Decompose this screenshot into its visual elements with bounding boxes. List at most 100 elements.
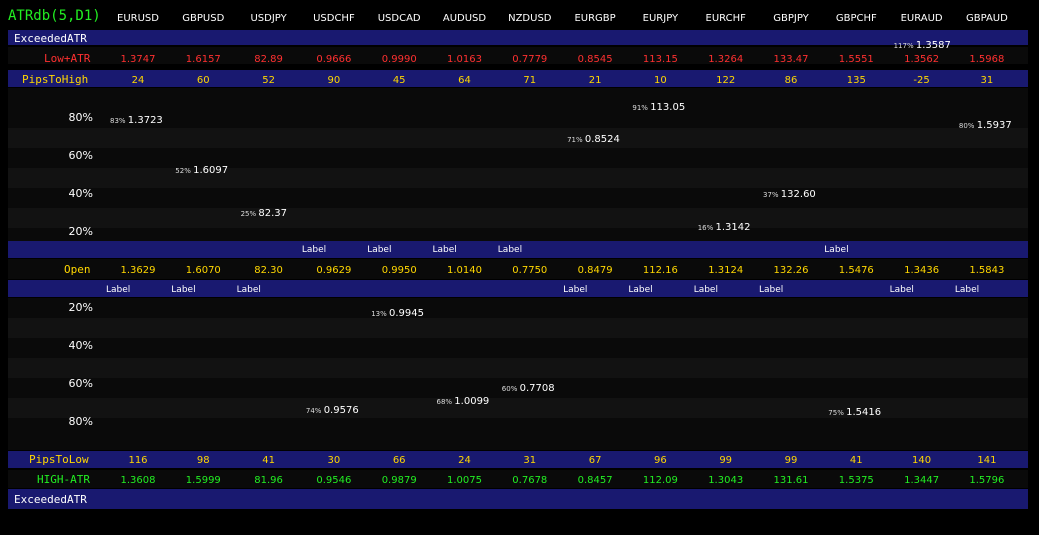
symbol-header-gbpaud[interactable]: GBPAUD xyxy=(957,13,1017,24)
cell-pips-to-high: 90 xyxy=(327,75,341,86)
price-marker: 80% 1.5937 xyxy=(959,113,1012,132)
marker-price: 82.37 xyxy=(258,208,288,219)
cell-pips-to-low: 99 xyxy=(784,455,798,466)
placeholder-label-high: Label xyxy=(301,245,327,255)
symbol-header-eurusd[interactable]: EURUSD xyxy=(108,13,168,24)
price-marker: 71% 0.8524 xyxy=(567,127,620,146)
cell-high-atr: 1.0075 xyxy=(447,475,482,486)
cell-open: 1.6070 xyxy=(185,265,221,276)
cell-open: 0.7750 xyxy=(512,265,548,276)
background-band xyxy=(8,148,1028,168)
price-marker: 60% 0.7708 xyxy=(502,376,555,395)
cell-low-atr: 0.7779 xyxy=(512,54,548,65)
symbol-header-gbpjpy[interactable]: GBPJPY xyxy=(761,13,821,24)
row-label-exceeded-top: ExceededATR xyxy=(14,32,87,45)
cell-open: 1.3629 xyxy=(120,265,156,276)
cell-pips-to-high: 10 xyxy=(654,75,667,86)
marker-percent: 16% xyxy=(697,224,714,232)
cell-open: 0.9950 xyxy=(381,265,417,276)
symbol-header-usdchf[interactable]: USDCHF xyxy=(304,13,364,24)
cell-pips-to-low: 99 xyxy=(719,455,733,466)
cell-pips-to-low: 41 xyxy=(849,455,863,466)
symbol-header-eurchf[interactable]: EURCHF xyxy=(696,13,756,24)
marker-percent: 68% xyxy=(436,398,453,406)
row-label-pips-to-low: PipsToLow xyxy=(29,453,89,466)
placeholder-label-high: Label xyxy=(497,245,523,255)
marker-price: 1.3142 xyxy=(715,222,751,233)
marker-percent: 74% xyxy=(305,407,322,415)
marker-price: 0.7708 xyxy=(519,383,555,394)
cell-pips-to-low: 67 xyxy=(588,455,602,466)
cell-high-atr: 0.9546 xyxy=(316,475,352,486)
marker-percent: 25% xyxy=(240,210,257,218)
symbol-header-gbpchf[interactable]: GBPCHF xyxy=(826,13,886,24)
cell-open: 0.9629 xyxy=(316,265,352,276)
cell-pips-to-low: 141 xyxy=(977,455,997,466)
marker-percent: 75% xyxy=(828,409,844,417)
marker-percent: 60% xyxy=(501,385,518,393)
cell-pips-to-high: 21 xyxy=(588,75,602,86)
percent-label: 20% xyxy=(68,225,93,238)
row-label-pips-to-high: PipsToHigh xyxy=(22,73,89,86)
background-band xyxy=(8,489,1028,509)
symbol-header-usdcad[interactable]: USDCAD xyxy=(369,13,429,24)
cell-open: 1.3124 xyxy=(708,265,744,276)
symbol-header-nzdusd[interactable]: NZDUSD xyxy=(500,13,560,24)
price-marker: 16% 1.3142 xyxy=(698,215,751,234)
symbol-header-eurjpy[interactable]: EURJPY xyxy=(630,13,690,24)
marker-price: 1.0099 xyxy=(454,396,490,407)
placeholder-label-high: Label xyxy=(432,245,457,255)
cell-high-atr: 1.3447 xyxy=(904,475,940,486)
symbol-header-usdjpy[interactable]: USDJPY xyxy=(239,13,299,24)
symbol-header-gbpusd[interactable]: GBPUSD xyxy=(173,13,233,24)
background-band xyxy=(8,208,1028,228)
cell-open: 1.5843 xyxy=(969,265,1005,276)
background-band xyxy=(8,358,1028,378)
cell-low-atr: 0.8545 xyxy=(577,54,613,65)
placeholder-label-low: Label xyxy=(759,285,784,295)
marker-percent: 37% xyxy=(763,191,779,199)
marker-price: 113.05 xyxy=(650,102,686,113)
symbol-header-euraud[interactable]: EURAUD xyxy=(892,13,952,24)
cell-low-atr: 1.3562 xyxy=(904,54,940,65)
price-marker: 117% 1.3587 xyxy=(894,33,951,52)
cell-high-atr: 112.09 xyxy=(642,475,678,486)
price-marker: 37% 132.60 xyxy=(763,182,816,201)
placeholder-label-low: Label xyxy=(954,285,980,295)
price-marker: 68% 1.0099 xyxy=(437,389,490,408)
cell-high-atr: 0.9879 xyxy=(381,475,417,486)
background-band xyxy=(8,30,1028,45)
placeholder-label-low: Label xyxy=(106,285,131,295)
cell-high-atr: 0.7678 xyxy=(512,475,548,486)
cell-high-atr: 1.5375 xyxy=(838,475,874,486)
price-marker: 83% 1.3723 xyxy=(110,108,163,127)
cell-open: 82.30 xyxy=(254,265,283,276)
cell-pips-to-low: 30 xyxy=(327,455,341,466)
background-band xyxy=(8,280,1028,297)
marker-price: 132.60 xyxy=(780,189,816,200)
placeholder-label-low: Label xyxy=(693,285,718,295)
cell-pips-to-low: 116 xyxy=(128,455,148,466)
cell-high-atr: 1.5999 xyxy=(185,475,221,486)
symbol-header-audusd[interactable]: AUDUSD xyxy=(435,13,495,24)
cell-pips-to-low: 98 xyxy=(196,455,210,466)
symbol-header-eurgbp[interactable]: EURGBP xyxy=(565,13,625,24)
marker-percent: 117% xyxy=(893,42,914,50)
cell-pips-to-low: 140 xyxy=(912,455,932,466)
cell-pips-to-high: 64 xyxy=(458,75,471,86)
cell-low-atr: 133.47 xyxy=(773,54,809,65)
price-marker: 74% 0.9576 xyxy=(306,398,359,417)
cell-pips-to-high: 122 xyxy=(716,75,736,86)
percent-label: 20% xyxy=(68,301,93,314)
cell-low-atr: 1.5968 xyxy=(969,54,1005,65)
cell-pips-to-low: 66 xyxy=(392,455,406,466)
cell-open: 112.16 xyxy=(642,265,678,276)
row-label-open: Open xyxy=(64,263,91,276)
placeholder-label-low: Label xyxy=(628,285,653,295)
placeholder-label-low: Label xyxy=(563,285,588,295)
cell-pips-to-high: 45 xyxy=(392,75,406,86)
cell-pips-to-high: 86 xyxy=(784,75,798,86)
cell-low-atr: 113.15 xyxy=(642,54,678,65)
cell-low-atr: 1.3264 xyxy=(708,54,744,65)
placeholder-label-high: Label xyxy=(824,245,849,255)
